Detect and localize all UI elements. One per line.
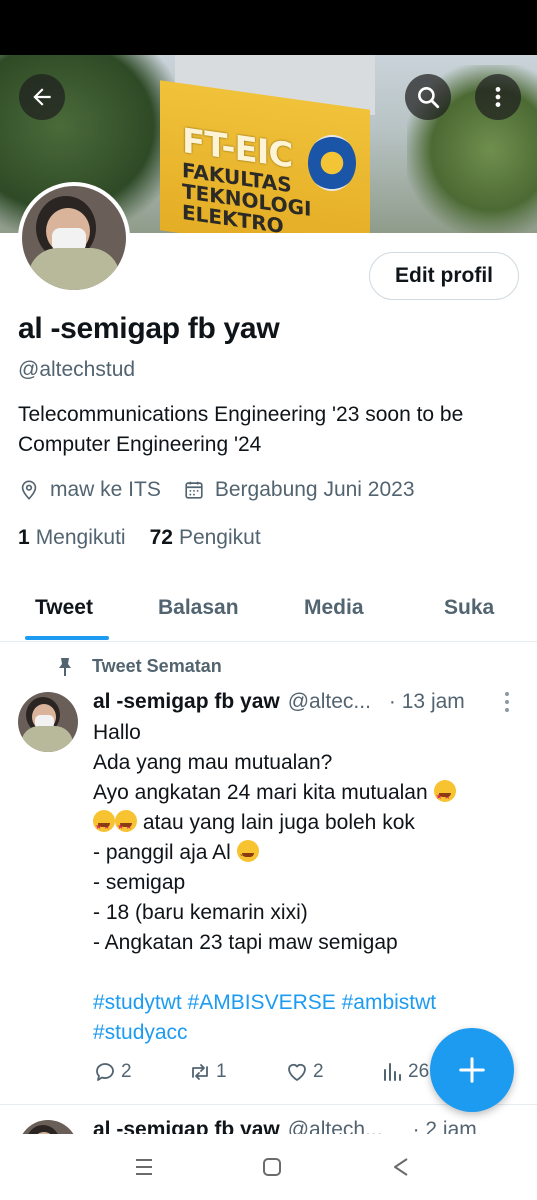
reply-icon <box>96 1063 114 1081</box>
tweet-line: Ayo angkatan 24 mari kita mutualan <box>93 778 513 812</box>
star-struck-emoji-icon <box>115 810 137 842</box>
search-icon <box>418 87 440 109</box>
tab-media[interactable]: Media <box>304 596 364 620</box>
tweet-line: Hallo <box>93 721 141 744</box>
tweet-line: - panggil aja Al <box>93 838 513 873</box>
banner-sign-text: FT-EIC FAKULTAS TEKNOLOGI ELEKTRO <box>182 121 311 233</box>
star-struck-emoji-icon <box>93 810 115 842</box>
like-button[interactable]: 2 <box>285 1060 324 1084</box>
profile-joined: Bergabung Juni 2023 <box>214 478 415 501</box>
location-icon <box>21 480 37 500</box>
profile-tabs: Tweet Balasan Media Suka <box>0 584 537 642</box>
bio-line: Computer Engineering '24 <box>18 433 262 456</box>
views-button[interactable]: 26 <box>380 1060 429 1084</box>
tweet-line: - semigap <box>93 871 186 894</box>
home-icon[interactable] <box>259 1154 285 1180</box>
tweet-line: atau yang lain juga boleh kok <box>93 808 513 842</box>
reply-count: 2 <box>121 1061 132 1082</box>
avatar-jacket <box>28 248 120 290</box>
active-tab-indicator <box>25 636 109 640</box>
arrow-left-icon <box>33 88 51 106</box>
search-button[interactable] <box>405 74 451 120</box>
back-nav-icon[interactable] <box>388 1154 414 1180</box>
profile-name: al -semigap fb yaw <box>18 312 280 345</box>
followers-label: Pengikut <box>178 526 261 549</box>
tweet-line: Ada yang mau mutualan? <box>93 751 333 774</box>
tweet-line: - 18 (baru kemarin xixi) <box>93 901 308 924</box>
tweet-line-text: Ayo angkatan 24 mari kita mutualan <box>93 781 428 804</box>
profile-handle: @altechstud <box>18 358 136 381</box>
retweet-button[interactable]: 1 <box>188 1060 227 1084</box>
views-count: 26 <box>408 1061 430 1082</box>
tweet-text: Hallo Ada yang mau mutualan? Ayo angkata… <box>93 718 513 1048</box>
profile-bio: Telecommunications Engineering '23 soon … <box>18 400 523 460</box>
heart-icon <box>288 1063 306 1081</box>
retweet-count: 1 <box>216 1061 227 1082</box>
following-count: 1 <box>18 526 30 549</box>
followers-count: 72 <box>149 526 173 549</box>
tab-tweet[interactable]: Tweet <box>35 596 93 620</box>
calendar-icon <box>185 481 203 499</box>
more-vertical-icon <box>495 87 501 107</box>
tab-balasan[interactable]: Balasan <box>158 596 239 620</box>
tweet-author-handle: @altec... <box>287 690 371 713</box>
pinned-label: Tweet Sematan <box>56 656 222 677</box>
tweet-time[interactable]: · 13 jam <box>389 690 465 714</box>
star-struck-emoji-icon <box>433 780 456 812</box>
back-button[interactable] <box>19 74 65 120</box>
tweet-line-text: atau yang lain juga boleh kok <box>137 811 415 834</box>
follow-stats: 1 Mengikuti 72 Pengikut <box>18 526 261 550</box>
more-options-button[interactable] <box>475 74 521 120</box>
tweet-hashtags[interactable]: #studytwt #AMBISVERSE #ambistwt <box>93 988 513 1018</box>
pinned-text: Tweet Sematan <box>92 656 222 676</box>
banner-logo <box>308 135 356 191</box>
recent-apps-icon[interactable] <box>131 1154 157 1180</box>
retweet-icon <box>192 1064 208 1080</box>
system-nav-bar <box>0 1134 537 1200</box>
tweet-line: - Angkatan 23 tapi maw semigap <box>93 931 398 954</box>
status-bar <box>0 0 537 55</box>
profile-meta: maw ke ITS Bergabung Juni 2023 <box>18 478 415 502</box>
like-count: 2 <box>313 1061 324 1082</box>
compose-tweet-button[interactable] <box>430 1028 514 1112</box>
pin-icon <box>59 657 71 676</box>
profile-avatar[interactable] <box>18 182 130 294</box>
views-chart-icon <box>384 1063 401 1081</box>
following-label: Mengikuti <box>35 526 126 549</box>
tweet-more-icon[interactable] <box>500 690 514 714</box>
tab-suka[interactable]: Suka <box>444 596 494 620</box>
avatar-jacket <box>21 726 73 752</box>
tweet-author-name[interactable]: al -semigap fb yaw <box>93 690 280 714</box>
tweet-avatar[interactable] <box>18 692 78 752</box>
tweet-actions: 2 1 2 26 <box>93 1060 453 1090</box>
kissing-emoji-icon <box>236 840 259 873</box>
edit-profile-button[interactable]: Edit profil <box>369 252 519 300</box>
profile-location: maw ke ITS <box>50 478 161 501</box>
plus-icon <box>459 1057 485 1083</box>
following-link[interactable]: 1 Mengikuti <box>18 526 126 550</box>
followers-link[interactable]: 72 Pengikut <box>150 526 261 550</box>
tweet-line-text: - panggil aja Al <box>93 841 231 864</box>
bio-line: Telecommunications Engineering '23 soon … <box>18 403 464 426</box>
reply-button[interactable]: 2 <box>93 1060 132 1084</box>
tweet-header: al -semigap fb yaw @altec... · 13 jam <box>93 690 465 714</box>
